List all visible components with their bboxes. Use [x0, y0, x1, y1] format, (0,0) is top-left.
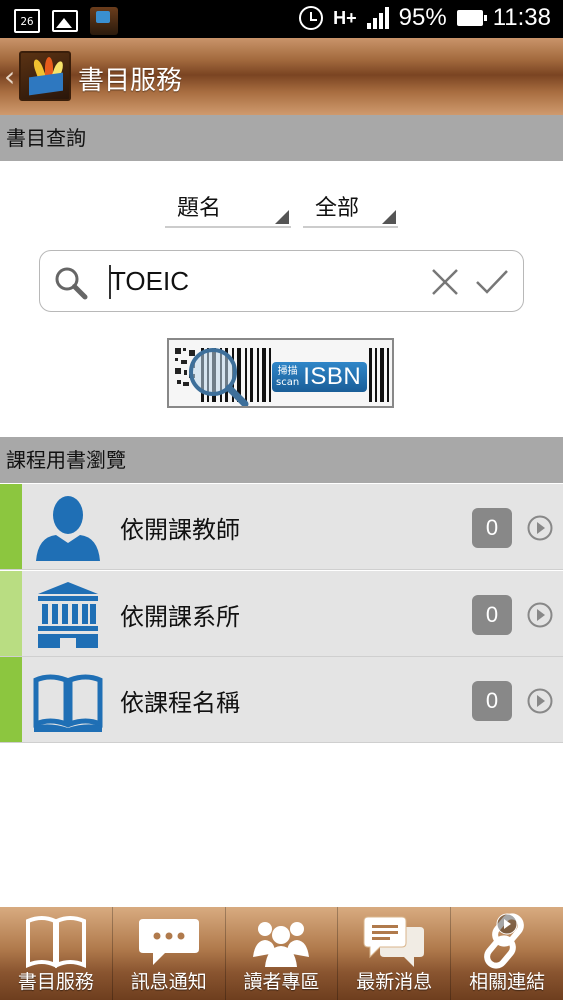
- search-scope-dropdown[interactable]: 全部: [303, 188, 398, 228]
- scan-label-zh: 掃描: [277, 366, 298, 377]
- chat-bubble-icon: [138, 919, 199, 965]
- row-accent: [0, 657, 22, 742]
- bottom-nav: 書目服務 訊息通知 讀者專區 最新消息 相關連結: [0, 907, 563, 1000]
- count-badge: 0: [472, 508, 512, 548]
- calendar-icon: 26: [14, 9, 40, 33]
- nav-label: 訊息通知: [130, 971, 207, 993]
- app-logo[interactable]: [19, 51, 71, 101]
- row-label: 依課程名稱: [120, 689, 240, 717]
- alarm-icon: [299, 6, 324, 30]
- signal-icon: [366, 7, 389, 29]
- dropdown-corner-icon: [382, 210, 396, 224]
- users-icon: [253, 922, 310, 967]
- nav-label: 讀者專區: [243, 971, 320, 993]
- list-item-by-teacher[interactable]: 依開課教師 0: [0, 484, 563, 570]
- network-type: H+: [333, 7, 357, 28]
- row-accent: [0, 484, 22, 569]
- nav-label: 相關連結: [469, 971, 546, 993]
- browse-section-header: 課程用書瀏覽: [0, 437, 563, 483]
- isbn-tag: 掃描 scan ISBN: [272, 362, 368, 392]
- search-box: [39, 250, 524, 312]
- chevron-right-circle-icon[interactable]: [527, 515, 553, 541]
- search-section-header: 書目查詢: [0, 115, 563, 161]
- news-icon: [363, 916, 425, 967]
- clear-icon[interactable]: [430, 267, 460, 297]
- checkmark-icon[interactable]: [474, 267, 510, 297]
- nav-item-notifications[interactable]: 訊息通知: [113, 907, 226, 1000]
- search-field-dropdown[interactable]: 題名: [165, 188, 291, 228]
- nav-item-links[interactable]: 相關連結: [451, 907, 563, 1000]
- row-accent: [0, 571, 22, 656]
- page-title: 書目服務: [78, 66, 183, 96]
- back-chevron-icon[interactable]: ‹: [4, 60, 15, 93]
- teacher-icon: [36, 496, 100, 561]
- gallery-icon: [52, 10, 78, 32]
- nav-label: 最新消息: [356, 971, 433, 993]
- row-label: 依開課系所: [120, 603, 240, 631]
- search-field-value: 題名: [177, 196, 222, 221]
- scan-isbn-button[interactable]: 掃描 scan ISBN: [167, 338, 394, 408]
- search-icon[interactable]: [54, 266, 88, 300]
- book-icon: [25, 916, 86, 969]
- count-badge: 0: [472, 595, 512, 635]
- list-item-by-department[interactable]: 依開課系所 0: [0, 571, 563, 657]
- nav-item-news[interactable]: 最新消息: [338, 907, 452, 1000]
- status-bar: 26 H+ 95% 11:38: [0, 0, 563, 38]
- search-input[interactable]: [110, 259, 420, 303]
- battery-percent: 95%: [398, 4, 447, 31]
- list-item-by-course-name[interactable]: 依課程名稱 0: [0, 657, 563, 743]
- search-scope-value: 全部: [315, 196, 360, 221]
- clock: 11:38: [492, 4, 551, 31]
- isbn-label: ISBN: [303, 363, 362, 390]
- nav-item-catalog[interactable]: 書目服務: [0, 907, 113, 1000]
- chevron-right-circle-icon[interactable]: [527, 688, 553, 714]
- more-arrow-icon[interactable]: [496, 913, 518, 935]
- nav-label: 書目服務: [17, 971, 94, 993]
- dropdown-corner-icon: [275, 210, 289, 224]
- app-notification-icon: [90, 7, 118, 35]
- chevron-right-circle-icon[interactable]: [527, 602, 553, 628]
- scan-label-en: scan: [276, 377, 300, 388]
- nav-item-reader-area[interactable]: 讀者專區: [226, 907, 339, 1000]
- battery-icon: [456, 10, 487, 26]
- count-badge: 0: [472, 681, 512, 721]
- title-bar: ‹ 書目服務: [0, 38, 563, 115]
- building-icon: [38, 582, 98, 648]
- row-label: 依開課教師: [120, 516, 240, 544]
- open-book-icon: [33, 674, 103, 732]
